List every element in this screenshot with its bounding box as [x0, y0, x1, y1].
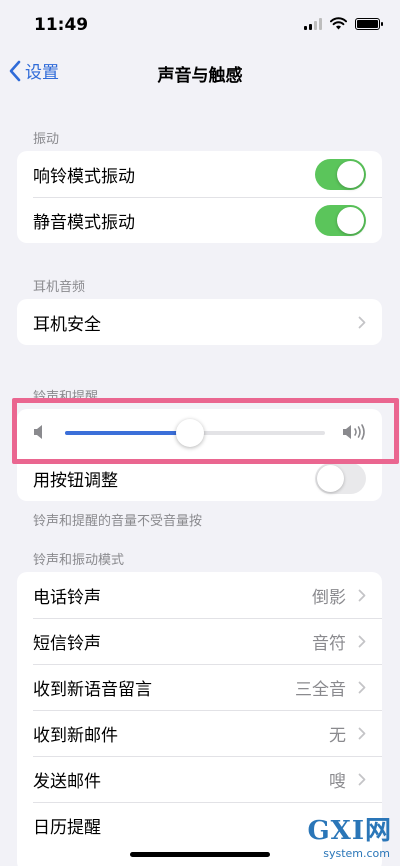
section-label-patterns: 铃声和振动模式 — [33, 553, 125, 568]
row-ring-vibration[interactable]: 响铃模式振动 — [17, 151, 382, 197]
watermark-logo: GXI网 system.com — [282, 810, 392, 860]
page-title: 声音与触感 — [157, 66, 243, 86]
row-label: 短信铃声 — [33, 633, 101, 654]
row-label: 电话铃声 — [33, 587, 101, 608]
row-text-tone[interactable]: 短信铃声 音符 — [17, 618, 382, 664]
row-value: 无 — [329, 725, 346, 746]
highlight-box — [12, 398, 399, 464]
row-new-mail[interactable]: 收到新邮件 无 — [17, 710, 382, 756]
status-time: 11:49 — [34, 15, 89, 35]
row-label: 收到新语音留言 — [33, 679, 152, 700]
row-label: 响铃模式振动 — [33, 166, 135, 187]
watermark-url: system.com — [323, 847, 390, 860]
row-label: 日历提醒 — [33, 817, 101, 838]
row-silent-vibration[interactable]: 静音模式振动 — [17, 197, 382, 243]
row-label: 发送邮件 — [33, 771, 101, 792]
chevron-right-icon — [358, 589, 366, 602]
chevron-right-icon — [358, 681, 366, 694]
wifi-icon — [330, 17, 347, 30]
silent-vibration-toggle[interactable] — [315, 205, 366, 236]
ringer-footnote: 铃声和提醒的音量不受音量按 — [33, 514, 203, 529]
watermark-brand: GXI网 — [307, 816, 392, 846]
vibration-group: 响铃模式振动 静音模式振动 — [17, 151, 382, 243]
nav-bar: 设置 声音与触感 — [0, 50, 400, 94]
chevron-right-icon — [358, 727, 366, 740]
headphone-group: 耳机安全 — [17, 299, 382, 345]
row-new-voicemail[interactable]: 收到新语音留言 三全音 — [17, 664, 382, 710]
status-icons — [304, 17, 383, 30]
cellular-signal-icon — [304, 17, 322, 30]
battery-icon — [355, 17, 383, 30]
row-label: 静音模式振动 — [33, 212, 135, 233]
home-indicator[interactable] — [130, 852, 270, 857]
status-bar: 11:49 — [0, 0, 400, 50]
chevron-right-icon — [358, 773, 366, 786]
chevron-right-icon — [358, 635, 366, 648]
row-sent-mail[interactable]: 发送邮件 嗖 — [17, 756, 382, 802]
section-label-vibration: 振动 — [33, 132, 60, 147]
chevron-right-icon — [358, 316, 366, 329]
change-with-buttons-toggle[interactable] — [315, 463, 366, 494]
row-label: 耳机安全 — [33, 314, 101, 335]
ring-vibration-toggle[interactable] — [315, 159, 366, 190]
row-label: 用按钮调整 — [33, 470, 118, 491]
row-headphone-safety[interactable]: 耳机安全 — [17, 299, 382, 345]
row-value: 音符 — [312, 633, 346, 654]
row-value: 嗖 — [329, 771, 346, 792]
row-value: 倒影 — [312, 587, 346, 608]
row-label: 收到新邮件 — [33, 725, 118, 746]
section-label-headphone: 耳机音频 — [33, 280, 86, 295]
row-ringtone[interactable]: 电话铃声 倒影 — [17, 572, 382, 618]
row-value: 三全音 — [295, 679, 346, 700]
